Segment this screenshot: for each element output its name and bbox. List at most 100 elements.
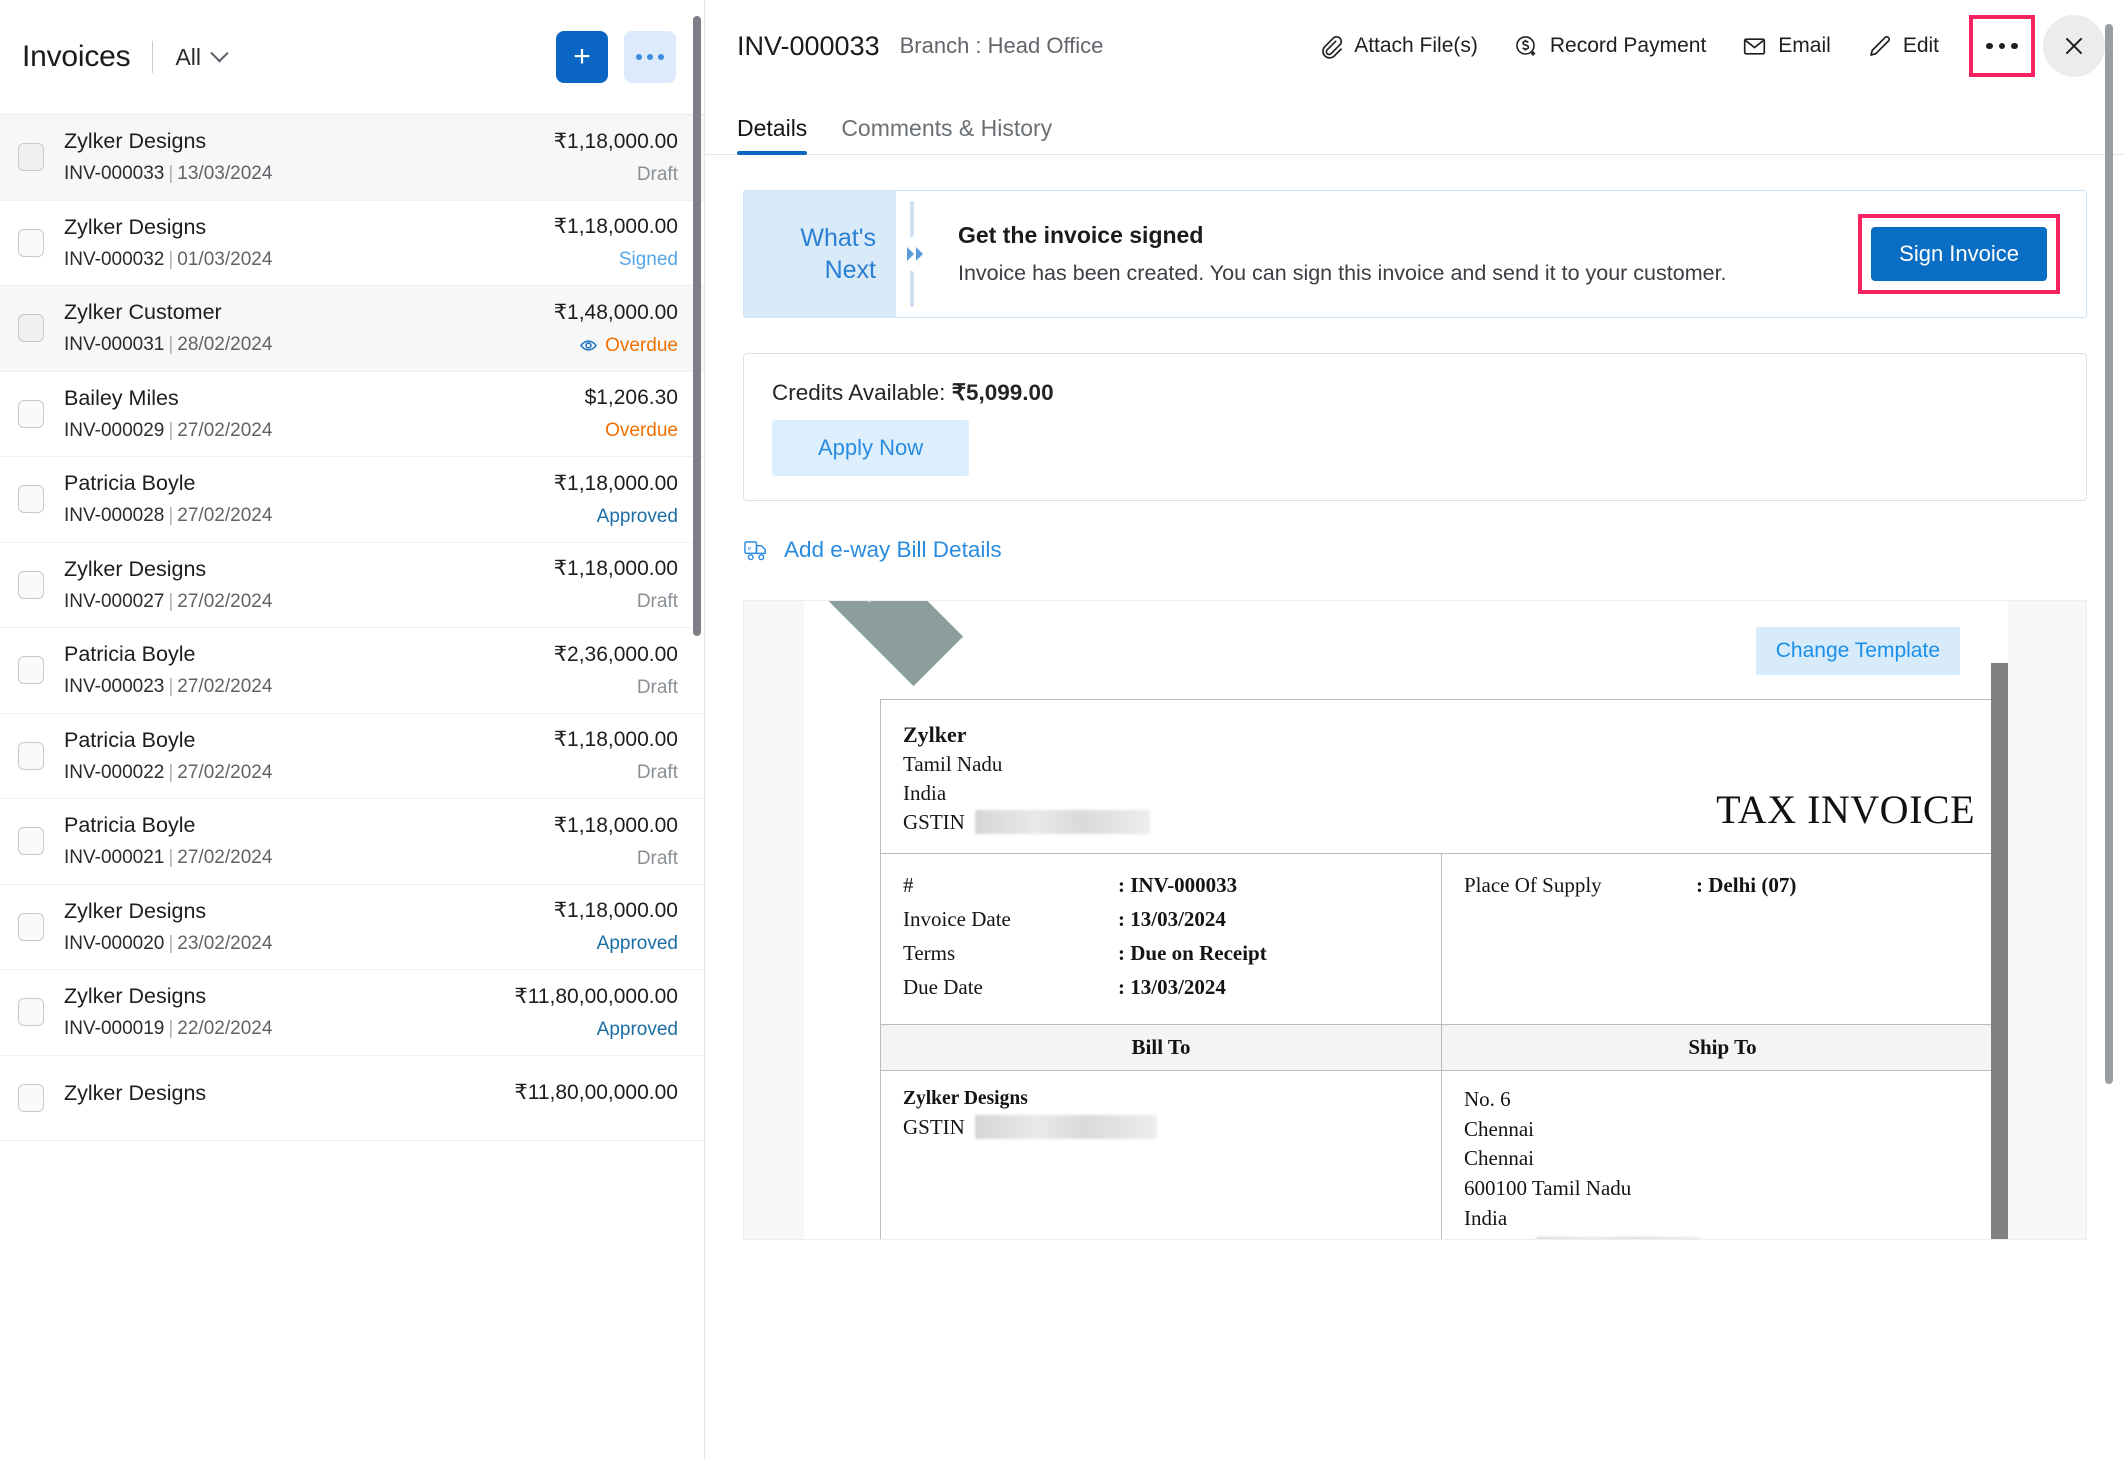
table-row[interactable]: Zylker DesignsINV-000020|23/02/2024₹1,18…: [0, 885, 704, 971]
draft-ribbon: Draft: [804, 601, 963, 686]
add-invoice-button[interactable]: +: [556, 31, 608, 83]
table-row[interactable]: Zylker DesignsINV-000027|27/02/2024₹1,18…: [0, 543, 704, 629]
table-row[interactable]: Patricia BoyleINV-000022|27/02/2024₹1,18…: [0, 714, 704, 800]
row-amount: ₹11,80,00,000.00: [514, 1080, 678, 1105]
table-row[interactable]: Patricia BoyleINV-000023|27/02/2024₹2,36…: [0, 628, 704, 714]
table-row[interactable]: Zylker DesignsINV-000019|22/02/2024₹11,8…: [0, 970, 704, 1056]
redacted-gstin: [975, 810, 1150, 834]
meta-key: #: [903, 868, 1118, 902]
invoice-party-headers: Bill To Ship To: [881, 1024, 2003, 1070]
table-row[interactable]: Zylker DesignsINV-000033|13/03/2024₹1,18…: [0, 115, 704, 201]
meta-row: Due Date : 13/03/2024: [903, 970, 1419, 1004]
row-checkbox[interactable]: [18, 143, 44, 171]
row-checkbox[interactable]: [18, 913, 44, 941]
table-row[interactable]: Zylker CustomerINV-000031|28/02/2024₹1,4…: [0, 286, 704, 372]
whats-next-banner: What's Next Get the invoice signed Invoi…: [743, 190, 2087, 318]
change-template-button[interactable]: Change Template: [1756, 627, 1960, 675]
ship-to-gstin-label: GSTIN: [1464, 1234, 1526, 1239]
invoice-rows: Zylker DesignsINV-000033|13/03/2024₹1,18…: [0, 115, 704, 1141]
meta-row: Place Of Supply : Delhi (07): [1464, 868, 1981, 902]
row-checkbox[interactable]: [18, 571, 44, 599]
invoice-from-address: Zylker Tamil Nadu India GSTIN: [903, 720, 1716, 837]
list-filter-dropdown[interactable]: All: [175, 44, 226, 71]
detail-toolbar: INV-000033 Branch : Head Office Attach F…: [705, 0, 2125, 92]
row-right: ₹1,18,000.00Draft: [540, 129, 678, 186]
detail-more-button[interactable]: [1969, 15, 2035, 77]
status-badge: Draft: [554, 848, 678, 870]
credits-amount: ₹5,099.00: [952, 380, 1054, 405]
table-row[interactable]: Zylker DesignsINV-000032|01/03/2024₹1,18…: [0, 201, 704, 287]
paperclip-icon: [1318, 34, 1343, 59]
credits-card: Credits Available: ₹5,099.00 Apply Now: [743, 353, 2087, 501]
edit-button[interactable]: Edit: [1849, 20, 1957, 72]
apply-credits-button[interactable]: Apply Now: [772, 420, 969, 476]
record-payment-button[interactable]: Record Payment: [1496, 20, 1724, 72]
credits-label: Credits Available:: [772, 380, 952, 405]
attach-files-button[interactable]: Attach File(s): [1300, 20, 1496, 72]
sign-invoice-button[interactable]: Sign Invoice: [1871, 227, 2047, 281]
detail-tabs: Details Comments & History: [705, 92, 2125, 155]
list-scrollbar[interactable]: [693, 16, 701, 636]
list-more-button[interactable]: [624, 31, 676, 83]
close-button[interactable]: [2043, 15, 2105, 77]
meta-key: Due Date: [903, 970, 1118, 1004]
detail-scrollbar[interactable]: [2105, 24, 2113, 1084]
invoice-document-header: Zylker Tamil Nadu India GSTIN TAX INVOIC…: [881, 700, 2003, 853]
bill-to-body: Zylker Designs GSTIN: [881, 1071, 1442, 1239]
app-root: Invoices All + Zylker DesignsINV-000033|…: [0, 0, 2125, 1459]
row-customer-name: Zylker Designs: [64, 557, 540, 582]
email-button[interactable]: Email: [1724, 20, 1849, 72]
status-label: Draft: [637, 164, 678, 186]
row-checkbox[interactable]: [18, 229, 44, 257]
row-checkbox[interactable]: [18, 485, 44, 513]
dot-icon: [1999, 43, 2006, 50]
row-customer-name: Patricia Boyle: [64, 642, 540, 667]
attach-files-label: Attach File(s): [1354, 34, 1478, 58]
row-checkbox[interactable]: [18, 656, 44, 684]
status-label: Approved: [597, 506, 678, 528]
add-eway-bill-link[interactable]: e Add e-way Bill Details: [743, 537, 1002, 563]
row-checkbox[interactable]: [18, 827, 44, 855]
tab-details[interactable]: Details: [737, 115, 807, 154]
table-row[interactable]: Zylker Designs₹11,80,00,000.00: [0, 1056, 704, 1142]
row-customer-name: Zylker Designs: [64, 984, 500, 1009]
row-right: ₹1,18,000.00Draft: [540, 556, 678, 613]
meta-value: : Delhi (07): [1696, 868, 1796, 902]
row-checkbox[interactable]: [18, 314, 44, 342]
svg-text:e: e: [748, 543, 752, 552]
status-badge: Approved: [554, 933, 678, 955]
status-label: Approved: [597, 1019, 678, 1041]
tab-comments-history[interactable]: Comments & History: [841, 115, 1052, 154]
row-main: Zylker DesignsINV-000020|23/02/2024: [64, 899, 540, 955]
status-badge: Draft: [554, 591, 678, 613]
row-customer-name: Patricia Boyle: [64, 728, 540, 753]
row-main: Patricia BoyleINV-000028|27/02/2024: [64, 471, 540, 527]
row-main: Patricia BoyleINV-000022|27/02/2024: [64, 728, 540, 784]
row-checkbox[interactable]: [18, 998, 44, 1026]
whats-next-title: Get the invoice signed: [958, 222, 1858, 249]
table-row[interactable]: Patricia BoyleINV-000021|27/02/2024₹1,18…: [0, 799, 704, 885]
invoice-party-bodies: Zylker Designs GSTIN No. 6ChennaiChennai…: [881, 1070, 2003, 1239]
row-customer-name: Zylker Designs: [64, 899, 540, 924]
row-checkbox[interactable]: [18, 1084, 44, 1112]
from-gstin-label: GSTIN: [903, 808, 965, 837]
row-main: Zylker DesignsINV-000032|01/03/2024: [64, 215, 540, 271]
dot-icon: [1986, 43, 1993, 50]
row-checkbox[interactable]: [18, 742, 44, 770]
status-label: Draft: [637, 762, 678, 784]
from-company: Zylker: [903, 720, 1716, 750]
row-number-date: INV-000033|13/03/2024: [64, 163, 540, 185]
table-row[interactable]: Patricia BoyleINV-000028|27/02/2024₹1,18…: [0, 457, 704, 543]
meta-key: Invoice Date: [903, 902, 1118, 936]
row-amount: ₹1,48,000.00: [554, 300, 678, 325]
draft-ribbon-label: Draft: [829, 601, 884, 608]
row-checkbox[interactable]: [18, 400, 44, 428]
meta-row: Invoice Date : 13/03/2024: [903, 902, 1419, 936]
detail-branch: Branch : Head Office: [900, 33, 1104, 59]
table-row[interactable]: Bailey MilesINV-000029|27/02/2024$1,206.…: [0, 372, 704, 458]
row-right: ₹1,48,000.00Overdue: [540, 300, 678, 357]
meta-key: Terms: [903, 936, 1118, 970]
status-label: Draft: [637, 677, 678, 699]
invoice-meta-right: Place Of Supply : Delhi (07): [1442, 854, 2003, 1024]
invoice-paper-scrollbar[interactable]: [1991, 663, 2008, 1239]
